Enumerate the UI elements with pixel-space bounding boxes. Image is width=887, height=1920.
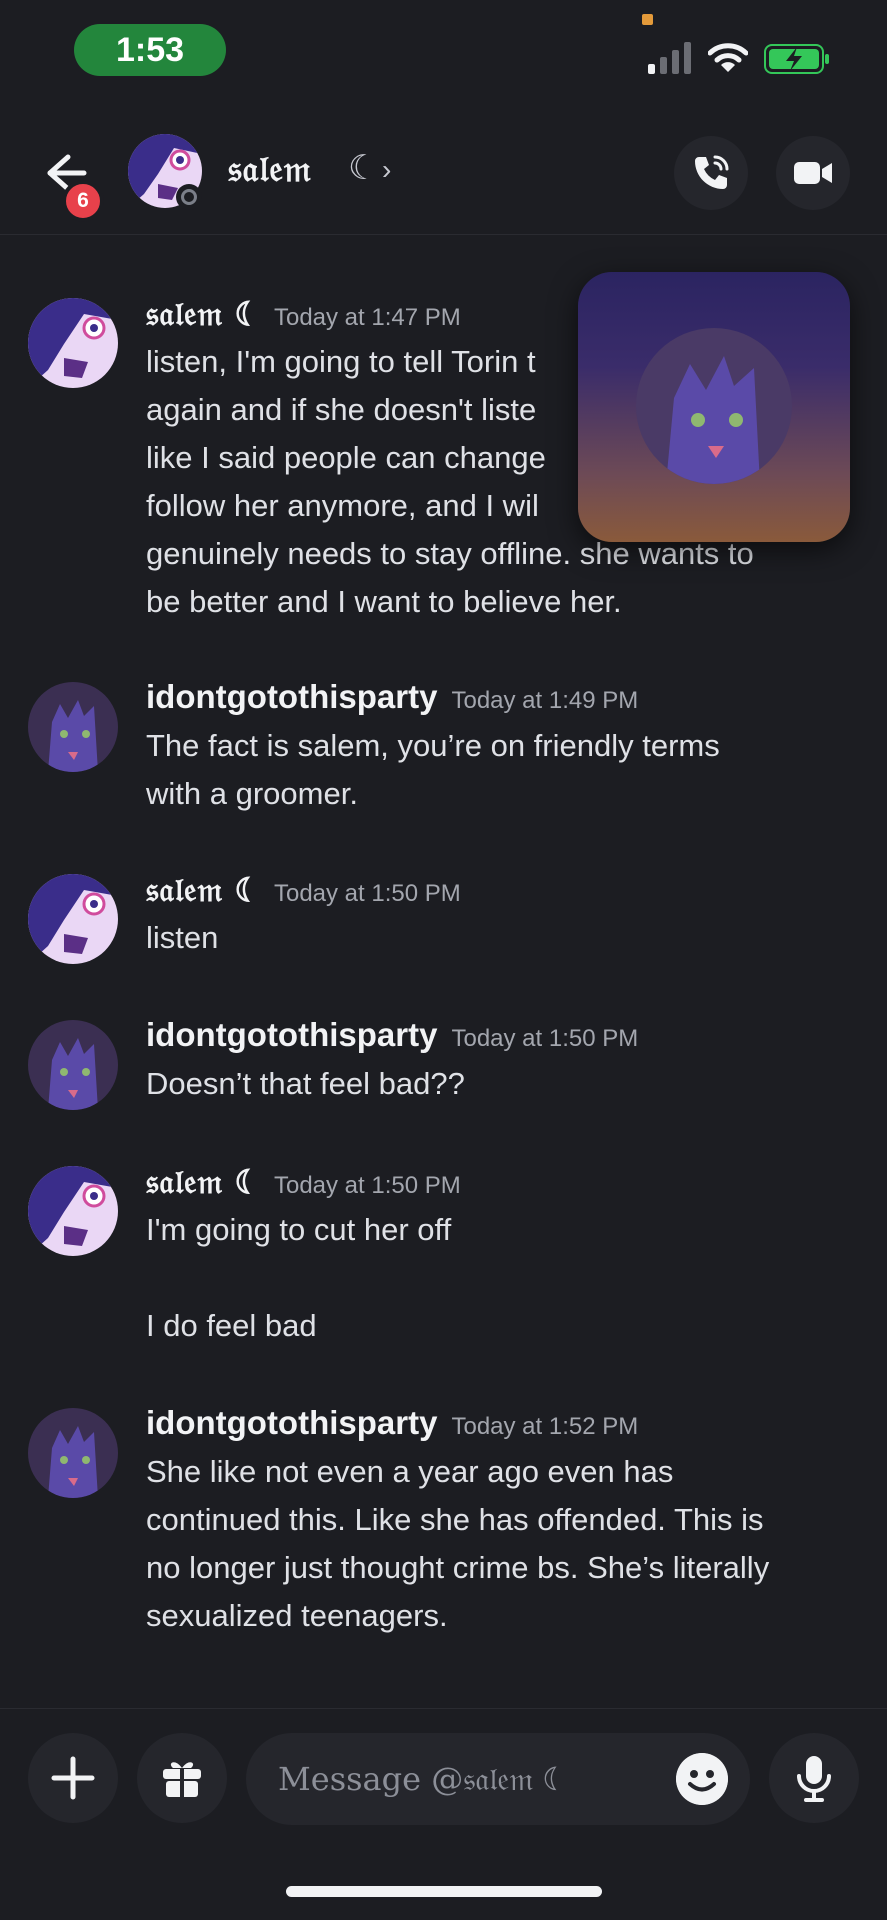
phone-icon (695, 155, 729, 189)
message-text: Doesn’t that feel bad?? (146, 1066, 465, 1101)
unread-badge: 6 (62, 180, 104, 222)
video-call-button[interactable] (776, 136, 850, 210)
avatar[interactable] (28, 1020, 118, 1110)
chevron-right-icon[interactable]: › (382, 154, 391, 186)
privacy-indicator (642, 14, 653, 25)
message-timestamp: Today at 1:52 PM (451, 1413, 639, 1440)
message-text: I'm going to cut her off I do feel bad (146, 1212, 452, 1343)
avatar[interactable] (28, 682, 118, 772)
message-composer: Message @𝔰𝔞𝔩𝔢𝔪 ☾ (0, 1708, 887, 1839)
message-author[interactable]: idontgotothisparty Today at 1:50 PM (146, 1016, 638, 1054)
moon-glyph[interactable]: ☾ (348, 148, 378, 188)
avatar[interactable] (28, 1166, 118, 1256)
avatar[interactable] (28, 298, 118, 388)
message-placeholder: Message @𝔰𝔞𝔩𝔢𝔪 ☾ (278, 1759, 566, 1798)
message-text: She like not even a year ago even has co… (146, 1454, 770, 1633)
message-timestamp: Today at 1:50 PM (451, 1025, 639, 1052)
cellular-signal-icon (648, 42, 691, 74)
message-author[interactable]: idontgotothisparty Today at 1:52 PM (146, 1404, 638, 1442)
channel-name[interactable]: 𝔰𝔞𝔩𝔢𝔪 (228, 148, 312, 191)
chat-header: 6 𝔰𝔞𝔩𝔢𝔪 ☾ › (0, 110, 887, 235)
home-indicator[interactable] (286, 1886, 602, 1897)
message-timestamp: Today at 1:50 PM (273, 1172, 461, 1199)
message-timestamp: Today at 1:50 PM (273, 880, 461, 907)
status-bar: 1:53 (0, 0, 887, 110)
voice-call-button[interactable] (674, 136, 748, 210)
message-author[interactable]: idontgotothisparty Today at 1:49 PM (146, 678, 638, 716)
plus-icon (51, 1756, 95, 1800)
battery-charging-icon (764, 44, 829, 74)
message-author[interactable]: 𝔰𝔞𝔩𝔢𝔪 ☾ Today at 1:47 PM (146, 294, 461, 334)
avatar[interactable] (28, 1408, 118, 1498)
video-camera-icon (794, 162, 832, 184)
status-time: 1:53 (74, 24, 226, 76)
message-author[interactable]: 𝔰𝔞𝔩𝔢𝔪 ☾ Today at 1:50 PM (146, 1162, 461, 1202)
voice-message-button[interactable] (769, 1733, 859, 1823)
message-text: The fact is salem, you’re on friendly te… (146, 728, 720, 811)
message-input[interactable]: Message @𝔰𝔞𝔩𝔢𝔪 ☾ (246, 1733, 750, 1825)
microphone-icon (797, 1756, 831, 1802)
call-pip-overlay[interactable] (578, 272, 850, 542)
message-timestamp: Today at 1:49 PM (451, 687, 639, 714)
wifi-icon (708, 43, 748, 72)
message-text: listen (146, 920, 219, 955)
gift-button[interactable] (137, 1733, 227, 1823)
avatar (636, 328, 792, 484)
message-timestamp: Today at 1:47 PM (273, 304, 461, 331)
emoji-icon[interactable] (676, 1753, 728, 1805)
add-attachment-button[interactable] (28, 1733, 118, 1823)
avatar[interactable] (28, 874, 118, 964)
message-author[interactable]: 𝔰𝔞𝔩𝔢𝔪 ☾ Today at 1:50 PM (146, 870, 461, 910)
gift-icon (163, 1762, 201, 1797)
offline-status-icon (176, 184, 202, 210)
